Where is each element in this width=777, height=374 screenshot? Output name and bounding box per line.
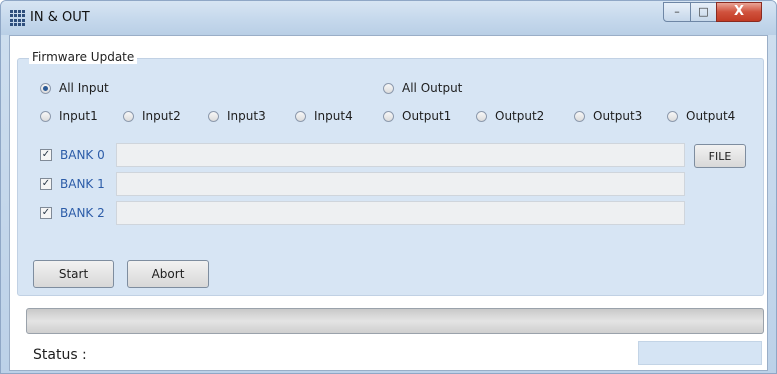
close-button[interactable]: X xyxy=(716,2,762,22)
radio-indicator xyxy=(383,110,394,122)
radio-output3[interactable]: Output3 xyxy=(574,109,642,123)
radio-label: All Output xyxy=(402,81,463,95)
status-label: Status : xyxy=(33,347,87,363)
bank-1-path-field[interactable] xyxy=(116,172,685,196)
radio-label: Input2 xyxy=(142,109,181,123)
radio-all-input[interactable]: All Input xyxy=(40,81,109,95)
checkbox-box: ✓ xyxy=(40,207,52,219)
abort-button[interactable]: Abort xyxy=(127,260,209,288)
radio-indicator xyxy=(40,110,51,122)
window-title: IN & OUT xyxy=(30,10,90,25)
radio-label: Input3 xyxy=(227,109,266,123)
bank-label: BANK 0 xyxy=(60,148,105,162)
app-window: IN & OUT – □ X Firmware Update All Input… xyxy=(0,0,777,374)
radio-input1[interactable]: Input1 xyxy=(40,109,98,123)
group-label: Firmware Update xyxy=(29,50,138,64)
radio-output2[interactable]: Output2 xyxy=(476,109,544,123)
start-button[interactable]: Start xyxy=(33,260,114,288)
radio-label: Output4 xyxy=(686,109,736,123)
bank-label: BANK 1 xyxy=(60,177,105,191)
radio-indicator xyxy=(40,82,51,94)
radio-indicator xyxy=(123,110,134,122)
bank-label: BANK 2 xyxy=(60,206,105,220)
checkbox-box: ✓ xyxy=(40,149,52,161)
radio-all-output[interactable]: All Output xyxy=(383,81,462,95)
radio-input2[interactable]: Input2 xyxy=(123,109,181,123)
radio-output4[interactable]: Output4 xyxy=(667,109,735,123)
radio-label: Output3 xyxy=(593,109,643,123)
minimize-button[interactable]: – xyxy=(663,2,691,22)
grid-app-icon xyxy=(10,10,26,26)
status-value xyxy=(638,341,762,365)
radio-indicator xyxy=(476,110,487,122)
checkbox-box: ✓ xyxy=(40,178,52,190)
radio-indicator xyxy=(383,82,394,94)
radio-indicator xyxy=(208,110,219,122)
radio-label: Input1 xyxy=(59,109,98,123)
radio-indicator xyxy=(574,110,585,122)
radio-indicator xyxy=(295,110,306,122)
radio-input3[interactable]: Input3 xyxy=(208,109,266,123)
bank-2-path-field[interactable] xyxy=(116,201,685,225)
radio-label: Output2 xyxy=(495,109,545,123)
bank-2-checkbox[interactable]: ✓ BANK 2 xyxy=(40,206,105,220)
radio-indicator xyxy=(667,110,678,122)
radio-label: Input4 xyxy=(314,109,353,123)
bank-0-checkbox[interactable]: ✓ BANK 0 xyxy=(40,148,105,162)
title-bar[interactable]: IN & OUT – □ X xyxy=(1,1,776,35)
progress-bar xyxy=(26,308,764,334)
maximize-button[interactable]: □ xyxy=(690,2,717,22)
radio-output1[interactable]: Output1 xyxy=(383,109,451,123)
bank-0-path-field[interactable] xyxy=(116,143,685,167)
file-button[interactable]: FILE xyxy=(694,144,746,168)
bank-1-checkbox[interactable]: ✓ BANK 1 xyxy=(40,177,105,191)
radio-label: Output1 xyxy=(402,109,452,123)
radio-input4[interactable]: Input4 xyxy=(295,109,353,123)
radio-label: All Input xyxy=(59,81,109,95)
